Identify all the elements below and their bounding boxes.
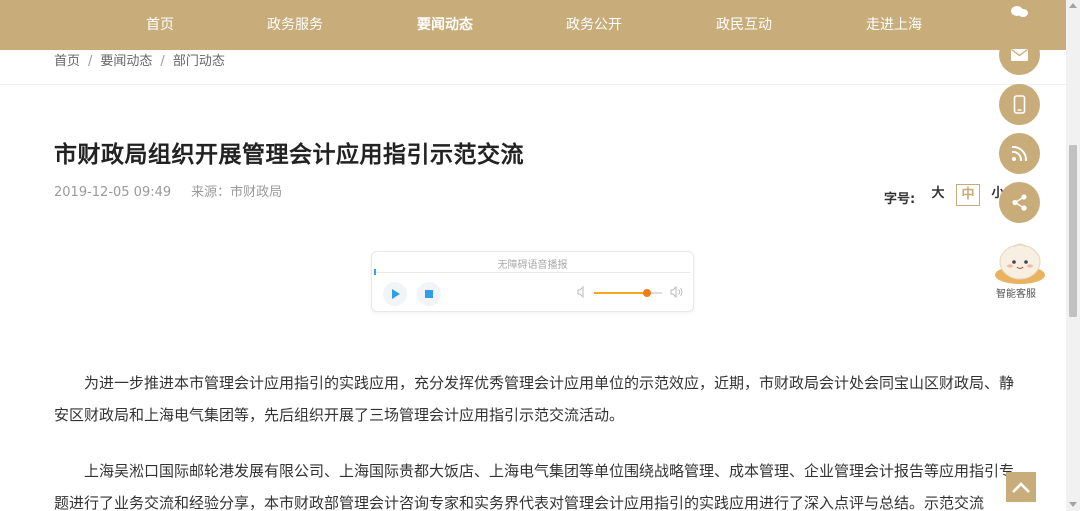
mail-icon [1011, 48, 1028, 61]
article-date: 2019-12-05 09:49 [54, 185, 172, 200]
breadcrumb-divider [0, 84, 1066, 85]
customer-service-label[interactable]: 智能客服 [996, 285, 1036, 300]
breadcrumb-separator: / [160, 54, 165, 69]
mobile-button[interactable] [999, 84, 1040, 125]
breadcrumb-department-news[interactable]: 部门动态 [173, 52, 225, 72]
back-to-top-button[interactable] [1006, 472, 1036, 502]
top-navigation: 首页 政务服务 要闻动态 政务公开 政民互动 走进上海 [0, 0, 1080, 50]
volume-slider-knob[interactable] [643, 289, 652, 297]
rss-button[interactable] [999, 133, 1040, 174]
article-paragraph: 为进一步推进本市管理会计应用指引的实践应用，充分发挥优秀管理会计应用单位的示范效… [54, 374, 1015, 424]
accessibility-audio-player: 无障碍语音播报 [371, 251, 694, 312]
volume-low-icon[interactable] [577, 286, 587, 298]
scroll-up-arrow-icon[interactable] [1069, 3, 1077, 8]
nav-item-shanghai[interactable]: 走进上海 [844, 0, 944, 50]
article-meta: 2019-12-05 09:49 来源：市财政局 [54, 181, 282, 200]
chevron-up-icon [1012, 482, 1030, 493]
player-title: 无障碍语音播报 [497, 260, 568, 271]
nav-item-home[interactable]: 首页 [110, 0, 210, 50]
breadcrumb-news[interactable]: 要闻动态 [100, 52, 152, 72]
nav-item-open-government[interactable]: 政务公开 [544, 0, 644, 50]
article-paragraph: 上海吴淞口国际邮轮港发展有限公司、上海国际贵都大饭店、上海电气集团等单位围绕战略… [54, 462, 1015, 511]
player-progress-track[interactable] [374, 272, 691, 273]
article-source: 来源：市财政局 [191, 185, 283, 200]
share-icon [1012, 194, 1027, 211]
breadcrumb-separator: / [88, 54, 93, 69]
volume-slider[interactable] [594, 289, 662, 297]
breadcrumb-home[interactable]: 首页 [54, 52, 80, 72]
article-title: 市财政局组织开展管理会计应用指引示范交流 [54, 142, 524, 168]
font-size-label: 字号: [884, 192, 916, 207]
play-button[interactable] [383, 282, 407, 306]
scrollbar-thumb[interactable] [1069, 145, 1077, 317]
nav-item-news[interactable]: 要闻动态 [395, 0, 495, 50]
mail-button[interactable] [999, 34, 1040, 75]
mobile-icon [1013, 95, 1026, 114]
font-size-large-button[interactable]: 大 [926, 184, 950, 206]
volume-high-icon[interactable] [670, 285, 684, 299]
breadcrumb: 首页 / 要闻动态 / 部门动态 [54, 52, 225, 72]
page-scrollbar[interactable] [1066, 0, 1080, 511]
scroll-down-arrow-icon[interactable] [1069, 502, 1077, 507]
nav-item-interaction[interactable]: 政民互动 [694, 0, 794, 50]
volume-slider-fill [594, 292, 648, 294]
wechat-icon [1011, 6, 1028, 17]
rss-icon [1011, 145, 1028, 162]
share-button[interactable] [999, 182, 1040, 223]
nav-item-services[interactable]: 政务服务 [245, 0, 345, 50]
customer-service-bot-icon[interactable] [993, 235, 1047, 285]
stop-button[interactable] [417, 282, 441, 306]
player-progress-marker[interactable] [374, 269, 376, 275]
font-size-medium-button[interactable]: 中 [956, 184, 980, 206]
